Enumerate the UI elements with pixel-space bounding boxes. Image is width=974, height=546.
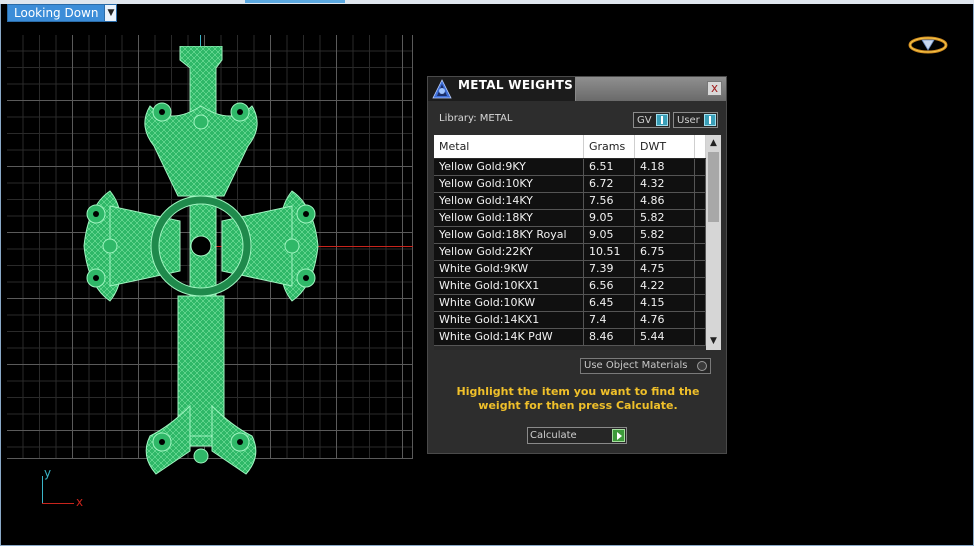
cell-dwt: 4.32: [635, 176, 695, 192]
cell-dwt: 4.76: [635, 312, 695, 328]
use-object-materials-label: Use Object Materials: [584, 360, 688, 371]
table-row[interactable]: Yellow Gold:18KY Royal 9.05 5.82: [434, 227, 706, 244]
cell-spacer: [695, 227, 706, 243]
gv-toggle-label: GV: [637, 114, 652, 126]
x-axis-indicator-line: [42, 503, 74, 504]
view-selector-label[interactable]: Looking Down: [7, 4, 106, 22]
play-arrow-icon[interactable]: [612, 429, 625, 442]
cell-metal: Yellow Gold:18KY: [434, 210, 584, 226]
cell-spacer: [695, 312, 706, 328]
cell-spacer: [695, 295, 706, 311]
gv-toggle[interactable]: GV: [633, 112, 670, 128]
calculate-button[interactable]: Calculate: [527, 427, 627, 444]
cell-spacer: [695, 261, 706, 277]
cell-spacer: [695, 329, 706, 345]
cell-grams: 10.51: [584, 244, 635, 260]
cell-grams: 6.72: [584, 176, 635, 192]
table-row[interactable]: Yellow Gold:14KY 7.56 4.86: [434, 193, 706, 210]
table-row[interactable]: Yellow Gold:10KY 6.72 4.32: [434, 176, 706, 193]
cell-dwt: 5.44: [635, 329, 695, 345]
cell-dwt: 4.86: [635, 193, 695, 209]
user-toggle[interactable]: User: [673, 112, 718, 128]
table-row[interactable]: Yellow Gold:18KY 9.05 5.82: [434, 210, 706, 227]
table-scrollbar[interactable]: ▲ ▼: [706, 135, 721, 350]
metal-weights-panel: METAL WEIGHTS x Library: METAL GV User M…: [427, 76, 727, 454]
panel-title-tab: METAL WEIGHTS: [428, 77, 576, 101]
cell-metal: Yellow Gold:9KY: [434, 159, 584, 175]
column-header-dwt[interactable]: DWT: [635, 135, 695, 158]
column-header-metal[interactable]: Metal: [434, 135, 584, 158]
scroll-thumb[interactable]: [708, 152, 719, 222]
cell-dwt: 5.82: [635, 227, 695, 243]
cell-spacer: [695, 210, 706, 226]
table-row[interactable]: Yellow Gold:9KY 6.51 4.18: [434, 159, 706, 176]
cell-spacer: [695, 193, 706, 209]
chevron-down-icon[interactable]: ▼: [105, 4, 118, 22]
cell-dwt: 4.15: [635, 295, 695, 311]
cell-metal: Yellow Gold:10KY: [434, 176, 584, 192]
table-row[interactable]: White Gold:14KX1 7.4 4.76: [434, 312, 706, 329]
cell-dwt: 4.18: [635, 159, 695, 175]
cell-metal: White Gold:14K PdW: [434, 329, 584, 345]
table-row[interactable]: Yellow Gold:22KY 10.51 6.75: [434, 244, 706, 261]
y-axis-label: y: [44, 466, 52, 480]
cell-metal: White Gold:10KX1: [434, 278, 584, 294]
library-label: Library: METAL: [439, 113, 513, 124]
y-axis-indicator-line: [42, 476, 43, 504]
cell-dwt: 4.22: [635, 278, 695, 294]
gv-switch-icon[interactable]: [655, 114, 668, 126]
cell-spacer: [695, 176, 706, 192]
cell-metal: Yellow Gold:14KY: [434, 193, 584, 209]
cell-grams: 6.56: [584, 278, 635, 294]
use-object-materials-option[interactable]: Use Object Materials: [580, 358, 711, 374]
cell-dwt: 5.82: [635, 210, 695, 226]
scroll-up-icon[interactable]: ▲: [706, 137, 721, 150]
cell-spacer: [695, 278, 706, 294]
cell-dwt: 4.75: [635, 261, 695, 277]
cell-grams: 9.05: [584, 227, 635, 243]
table-row[interactable]: White Gold:10KW 6.45 4.15: [434, 295, 706, 312]
metal-table-body: Yellow Gold:9KY 6.51 4.18 Yellow Gold:10KY 6…: [434, 159, 706, 346]
panel-title-bar[interactable]: METAL WEIGHTS x: [428, 77, 726, 101]
cell-metal: Yellow Gold:22KY: [434, 244, 584, 260]
ring-icon[interactable]: [908, 34, 948, 56]
cell-dwt: 6.75: [635, 244, 695, 260]
cell-grams: 7.39: [584, 261, 635, 277]
cross-pendant-model[interactable]: [80, 46, 322, 478]
x-axis-label: x: [76, 495, 84, 509]
cell-metal: Yellow Gold:18KY Royal: [434, 227, 584, 243]
close-icon[interactable]: x: [707, 81, 722, 96]
cell-spacer: [695, 159, 706, 175]
cell-spacer: [695, 244, 706, 260]
table-row[interactable]: White Gold:10KX1 6.56 4.22: [434, 278, 706, 295]
cell-metal: White Gold:14KX1: [434, 312, 584, 328]
cell-metal: White Gold:10KW: [434, 295, 584, 311]
active-tab-indicator[interactable]: [245, 0, 345, 3]
scroll-down-icon[interactable]: ▼: [706, 335, 721, 348]
view-selector-dropdown[interactable]: Looking Down ▼: [7, 4, 118, 22]
cell-grams: 6.51: [584, 159, 635, 175]
metal-table[interactable]: Metal Grams DWT Yellow Gold:9KY 6.51 4.18 Y…: [434, 135, 721, 350]
cell-grams: 6.45: [584, 295, 635, 311]
cell-grams: 7.4: [584, 312, 635, 328]
cell-grams: 8.46: [584, 329, 635, 345]
cell-metal: White Gold:9KW: [434, 261, 584, 277]
column-header-spacer: [695, 135, 706, 158]
caliper-logo-icon: [432, 79, 452, 99]
calculate-label: Calculate: [530, 430, 577, 441]
axis-indicator: y x: [36, 466, 96, 509]
table-row[interactable]: White Gold:9KW 7.39 4.75: [434, 261, 706, 278]
cell-grams: 7.56: [584, 193, 635, 209]
user-switch-icon[interactable]: [703, 114, 716, 126]
column-header-grams[interactable]: Grams: [584, 135, 635, 158]
panel-title: METAL WEIGHTS: [458, 78, 574, 92]
top-tab-strip: [0, 0, 974, 4]
instruction-text: Highlight the item you want to find the …: [456, 385, 700, 412]
user-toggle-label: User: [677, 114, 700, 126]
cell-grams: 9.05: [584, 210, 635, 226]
table-row[interactable]: White Gold:14K PdW 8.46 5.44: [434, 329, 706, 346]
metal-table-header: Metal Grams DWT: [434, 135, 706, 158]
radio-icon[interactable]: [697, 361, 707, 371]
